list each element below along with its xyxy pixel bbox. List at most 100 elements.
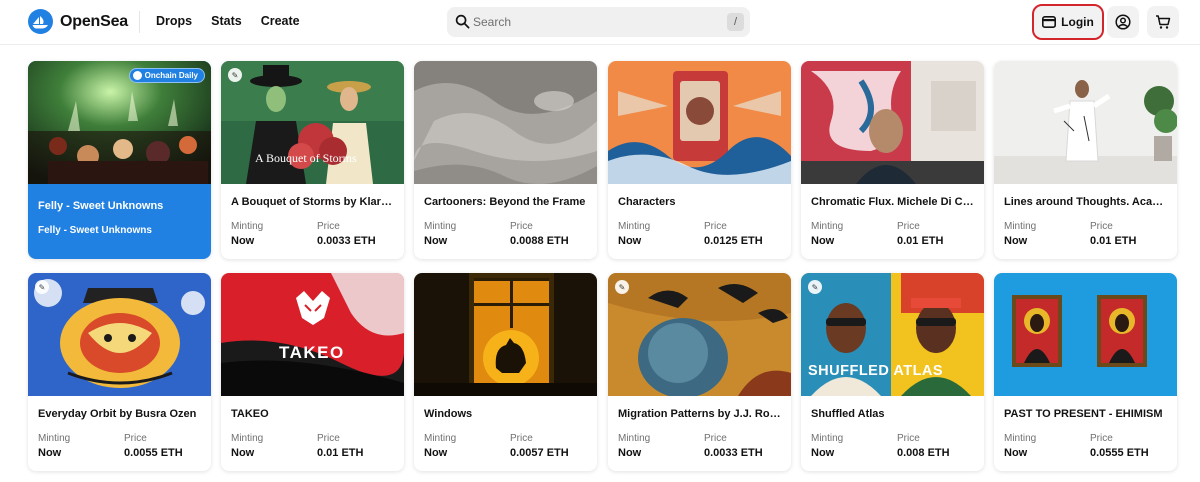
nav-stats[interactable]: Stats xyxy=(211,14,242,28)
price-value: 0.0125 ETH xyxy=(704,235,763,247)
drop-image xyxy=(414,61,597,184)
price-value: 0.008 ETH xyxy=(897,447,950,459)
featured-subtitle: Felly - Sweet Unknowns xyxy=(38,225,152,236)
minting-status: Now xyxy=(1004,235,1028,247)
drop-title: Cartooners: Beyond the Frame xyxy=(424,196,586,208)
minting-label: Minting xyxy=(1004,433,1037,444)
cart-button[interactable] xyxy=(1147,6,1179,38)
artwork-title-overlay: SHUFFLED ATLAS xyxy=(808,363,944,379)
drop-card[interactable]: ✎ Everyday Orbit by Busra Ozen Minting P… xyxy=(28,273,211,471)
drop-title: Windows xyxy=(424,408,473,420)
drop-title: Migration Patterns by J.J. Roads xyxy=(618,408,783,420)
creator-avatar-icon: ✎ xyxy=(808,280,822,294)
artwork-title-overlay: A Bouquet of Storms xyxy=(255,151,357,165)
minting-label: Minting xyxy=(231,433,264,444)
search-shortcut-key: / xyxy=(727,13,744,31)
price-value: 0.0033 ETH xyxy=(704,447,763,459)
drop-image xyxy=(994,273,1177,396)
price-value: 0.0055 ETH xyxy=(124,447,183,459)
drop-card[interactable]: TAKEO TAKEO Minting Price Now 0.01 ETH xyxy=(221,273,404,471)
minting-label: Minting xyxy=(231,221,264,232)
creator-avatar-icon: ✎ xyxy=(35,280,49,294)
creator-avatar-icon: ✎ xyxy=(228,68,242,82)
price-label: Price xyxy=(704,221,727,232)
main-nav: Drops Stats Create xyxy=(156,14,300,28)
top-navbar: OpenSea Drops Stats Create / Login xyxy=(0,0,1200,45)
search-input[interactable] xyxy=(473,12,713,32)
artwork-title-overlay: TAKEO xyxy=(279,343,345,362)
drop-image xyxy=(221,273,404,396)
minting-status: Now xyxy=(811,447,835,459)
creator-avatar-icon: ✎ xyxy=(615,280,629,294)
profile-button[interactable] xyxy=(1107,6,1139,38)
price-value: 0.0033 ETH xyxy=(317,235,376,247)
price-label: Price xyxy=(510,433,533,444)
minting-status: Now xyxy=(811,235,835,247)
opensea-logo[interactable]: OpenSea xyxy=(28,9,128,34)
featured-title: Felly - Sweet Unknowns xyxy=(38,200,164,212)
drop-title: Chromatic Flux. Michele Di Co... xyxy=(811,196,976,208)
cart-icon xyxy=(1156,15,1171,29)
price-label: Price xyxy=(510,221,533,232)
drop-card[interactable]: SHUFFLED ATLAS ✎ Shuffled Atlas Minting … xyxy=(801,273,984,471)
drop-image xyxy=(801,61,984,184)
opensea-logo-icon xyxy=(28,9,53,34)
minting-label: Minting xyxy=(811,221,844,232)
minting-status: Now xyxy=(618,447,642,459)
drop-title: TAKEO xyxy=(231,408,269,420)
price-value: 0.0088 ETH xyxy=(510,235,569,247)
minting-status: Now xyxy=(38,447,62,459)
price-label: Price xyxy=(317,433,340,444)
minting-label: Minting xyxy=(424,433,457,444)
drop-card[interactable]: A Bouquet of Storms ✎ A Bouquet of Storm… xyxy=(221,61,404,259)
price-label: Price xyxy=(897,433,920,444)
minting-label: Minting xyxy=(618,433,651,444)
price-value: 0.01 ETH xyxy=(1090,235,1137,247)
minting-status: Now xyxy=(424,235,448,247)
search-bar[interactable]: / xyxy=(447,7,750,37)
drop-title: PAST TO PRESENT - EHIMISM xyxy=(1004,408,1163,420)
brand-name: OpenSea xyxy=(60,12,128,30)
price-label: Price xyxy=(704,433,727,444)
drop-card[interactable]: Lines around Thoughts. Acaci... Minting … xyxy=(994,61,1177,259)
login-label: Login xyxy=(1061,15,1094,29)
minting-label: Minting xyxy=(1004,221,1037,232)
price-value: 0.0555 ETH xyxy=(1090,447,1149,459)
featured-drop-card[interactable]: Onchain Daily Felly - Sweet Unknowns Fel… xyxy=(28,61,211,259)
drop-card[interactable]: PAST TO PRESENT - EHIMISM Minting Price … xyxy=(994,273,1177,471)
price-label: Price xyxy=(897,221,920,232)
drop-title: Everyday Orbit by Busra Ozen xyxy=(38,408,197,420)
drop-card[interactable]: Cartooners: Beyond the Frame Minting Pri… xyxy=(414,61,597,259)
login-button[interactable]: Login xyxy=(1032,4,1104,40)
drop-card[interactable]: ✎ Migration Patterns by J.J. Roads Minti… xyxy=(608,273,791,471)
drop-image xyxy=(608,273,791,396)
price-value: 0.0057 ETH xyxy=(510,447,569,459)
drop-card[interactable]: Characters Minting Price Now 0.0125 ETH xyxy=(608,61,791,259)
nav-create[interactable]: Create xyxy=(261,14,300,28)
drop-card[interactable]: Chromatic Flux. Michele Di Co... Minting… xyxy=(801,61,984,259)
minting-status: Now xyxy=(231,235,255,247)
drop-image xyxy=(608,61,791,184)
drop-image xyxy=(994,61,1177,184)
nav-drops[interactable]: Drops xyxy=(156,14,192,28)
badge-label: Onchain Daily xyxy=(144,71,198,80)
search-icon xyxy=(455,14,470,29)
onchain-daily-badge: Onchain Daily xyxy=(128,68,205,83)
drop-image xyxy=(414,273,597,396)
minting-status: Now xyxy=(231,447,255,459)
minting-status: Now xyxy=(618,235,642,247)
header-divider xyxy=(139,11,140,33)
drop-title: Characters xyxy=(618,196,676,208)
minting-label: Minting xyxy=(38,433,71,444)
profile-icon xyxy=(1115,14,1131,30)
price-label: Price xyxy=(1090,221,1113,232)
drop-card[interactable]: Windows Minting Price Now 0.0057 ETH xyxy=(414,273,597,471)
price-value: 0.01 ETH xyxy=(317,447,364,459)
price-label: Price xyxy=(1090,433,1113,444)
onchain-daily-icon xyxy=(132,71,142,80)
drop-title: Lines around Thoughts. Acaci... xyxy=(1004,196,1169,208)
minting-label: Minting xyxy=(618,221,651,232)
minting-label: Minting xyxy=(424,221,457,232)
minting-label: Minting xyxy=(811,433,844,444)
drop-image xyxy=(28,273,211,396)
